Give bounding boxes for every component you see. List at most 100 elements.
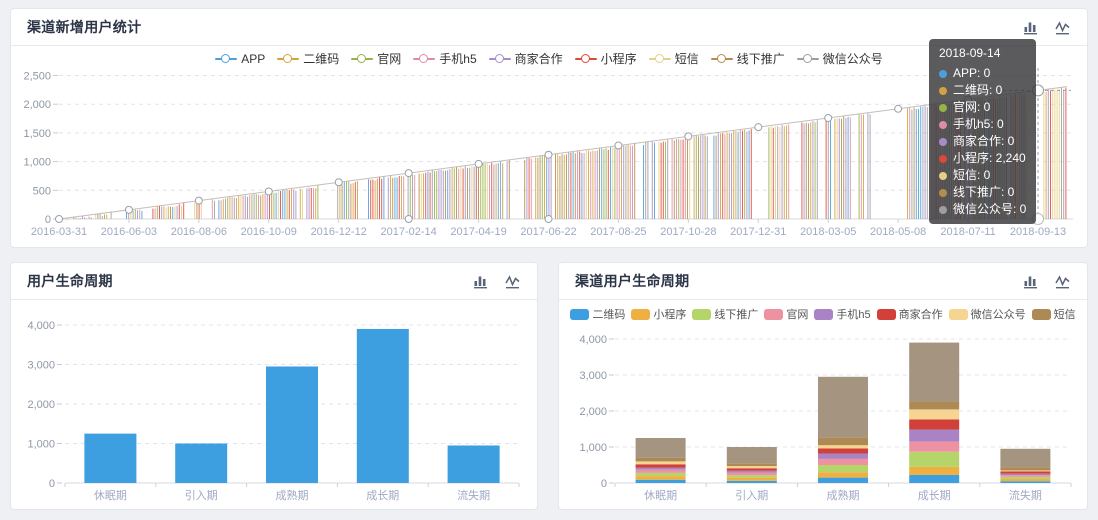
segment-短信[interactable] [1000, 448, 1051, 468]
legend-item-短信[interactable]: 短信 [648, 50, 699, 67]
x-tick-label: 2018-03-05 [800, 226, 856, 238]
legend-line-marker [710, 53, 733, 64]
line-chart-legend: APP 二维码 官网 手机h5 商家合作 小程序 短信 线下推广 微信公众号 [11, 50, 1087, 67]
segment-官网[interactable] [635, 469, 686, 473]
segment-微信公众号[interactable] [1000, 470, 1051, 472]
segment-官网[interactable] [818, 458, 868, 465]
segment-二维码[interactable] [635, 479, 686, 483]
segment-二维码[interactable] [726, 480, 777, 483]
y-tick-label: 0 [601, 478, 607, 490]
daily-spikes [60, 87, 1067, 222]
chart-type-toggles [473, 273, 521, 289]
segment-商家合作[interactable] [818, 448, 868, 454]
bar-chart-icon[interactable] [1023, 273, 1039, 289]
y-tick-label: 4,000 [27, 320, 55, 332]
segment-商家合作[interactable] [909, 419, 960, 430]
x-category-label: 成熟期 [276, 488, 309, 502]
segment-商家合作[interactable] [635, 464, 686, 468]
chart-type-toggles [1023, 19, 1071, 35]
legend-item-商家合作[interactable]: 商家合作 [876, 306, 943, 322]
segment-商家合作[interactable] [1000, 471, 1051, 474]
segment-微信公众号[interactable] [818, 445, 868, 449]
segment-微信公众号[interactable] [909, 409, 960, 420]
segment-小程序[interactable] [726, 477, 777, 481]
segment-小程序[interactable] [1000, 479, 1051, 482]
segment-小程序[interactable] [635, 476, 686, 480]
legend-item-小程序[interactable]: 小程序 [574, 50, 637, 67]
line-chart-icon[interactable] [1055, 19, 1071, 35]
segment-微信公众号[interactable] [635, 461, 686, 465]
segment-官网[interactable] [909, 441, 960, 452]
segment-官网[interactable] [726, 472, 777, 476]
line-chart-area: APP 二维码 官网 手机h5 商家合作 小程序 短信 线下推广 微信公众号 0… [11, 46, 1087, 247]
segment-二维码[interactable] [909, 474, 960, 483]
segment-线下推广[interactable] [726, 475, 777, 478]
legend-item-小程序[interactable]: 小程序 [631, 306, 686, 322]
segment-短信[interactable] [726, 463, 777, 467]
x-category-label: 流失期 [1009, 488, 1042, 502]
segment-线下推广[interactable] [635, 472, 686, 477]
legend-swatch [692, 308, 712, 320]
segment-二维码[interactable] [818, 477, 868, 483]
bar-chart-icon[interactable] [473, 273, 489, 289]
bar-成熟期[interactable] [266, 366, 318, 483]
line-chart-icon[interactable] [1055, 273, 1071, 289]
x-tick-label: 2016-12-12 [311, 226, 367, 238]
segment-短信[interactable] [1000, 467, 1051, 471]
x-tick-label: 2017-06-22 [520, 226, 576, 238]
y-tick-label: 1,000 [579, 442, 607, 454]
legend-item-微信公众号[interactable]: 微信公众号 [948, 306, 1026, 322]
legend-item-官网[interactable]: 官网 [764, 306, 808, 322]
stacked-bar-引入期[interactable] [726, 447, 777, 483]
card-header: 渠道新增用户统计 [11, 9, 1087, 46]
legend-item-手机h5[interactable]: 手机h5 [413, 50, 477, 67]
bar-流失期[interactable] [447, 445, 500, 483]
segment-短信[interactable] [818, 437, 868, 446]
legend-line-marker [796, 53, 819, 64]
segment-手机h5[interactable] [726, 470, 777, 473]
legend-item-APP[interactable]: APP [215, 52, 265, 66]
segment-手机h5[interactable] [635, 467, 686, 470]
stacked-bar-成熟期[interactable] [818, 376, 868, 483]
segment-手机h5[interactable] [909, 429, 960, 442]
bar-成长期[interactable] [356, 328, 409, 483]
line-chart-icon[interactable] [505, 273, 521, 289]
segment-手机h5[interactable] [818, 453, 868, 459]
y-tick-label: 500 [33, 185, 51, 197]
segment-商家合作[interactable] [726, 468, 777, 471]
segment-小程序[interactable] [909, 466, 960, 475]
legend-item-手机h5[interactable]: 手机h5 [814, 306, 871, 322]
bar-休眠期[interactable] [84, 433, 137, 483]
stacked-bar-休眠期[interactable] [635, 438, 686, 483]
legend-item-短信[interactable]: 短信 [1031, 306, 1076, 322]
legend-item-官网[interactable]: 官网 [351, 50, 401, 67]
stacked-bar-流失期[interactable] [1000, 448, 1051, 483]
segment-短信[interactable] [909, 401, 960, 410]
legend-item-二维码[interactable]: 二维码 [570, 306, 625, 322]
segment-官网[interactable] [1000, 475, 1051, 477]
legend-item-线下推广[interactable]: 线下推广 [710, 50, 785, 67]
segment-小程序[interactable] [818, 472, 868, 478]
y-tick-label: 1,000 [27, 439, 55, 451]
legend-item-二维码[interactable]: 二维码 [277, 50, 339, 67]
legend-item-线下推广[interactable]: 线下推广 [692, 306, 758, 322]
segment-线下推广[interactable] [1000, 476, 1051, 480]
x-category-label: 休眠期 [94, 489, 127, 502]
legend-item-商家合作[interactable]: 商家合作 [488, 50, 563, 67]
segment-线下推广[interactable] [818, 465, 868, 473]
card-channel-lifecycle: 渠道用户生命周期 二维码 小程序 线下推广 官网 手机h5 商家合作 微信公众号 短信 0 1,… [558, 262, 1088, 510]
segment-线下推广[interactable] [909, 451, 960, 467]
bar-引入期[interactable] [175, 443, 228, 484]
segment-短信[interactable] [909, 342, 960, 402]
segment-微信公众号[interactable] [726, 466, 777, 469]
stacked-bar-成长期[interactable] [909, 342, 960, 483]
segment-短信[interactable] [818, 376, 868, 438]
segment-短信[interactable] [635, 457, 686, 462]
segment-手机h5[interactable] [1000, 473, 1051, 476]
stacked-bar-chart-area: 二维码 小程序 线下推广 官网 手机h5 商家合作 微信公众号 短信 0 1,000 2,000 3… [559, 300, 1087, 509]
legend-item-微信公众号[interactable]: 微信公众号 [796, 50, 883, 67]
segment-短信[interactable] [726, 447, 777, 464]
segment-二维码[interactable] [1000, 481, 1051, 483]
segment-短信[interactable] [635, 438, 686, 458]
bar-chart-icon[interactable] [1023, 19, 1039, 35]
